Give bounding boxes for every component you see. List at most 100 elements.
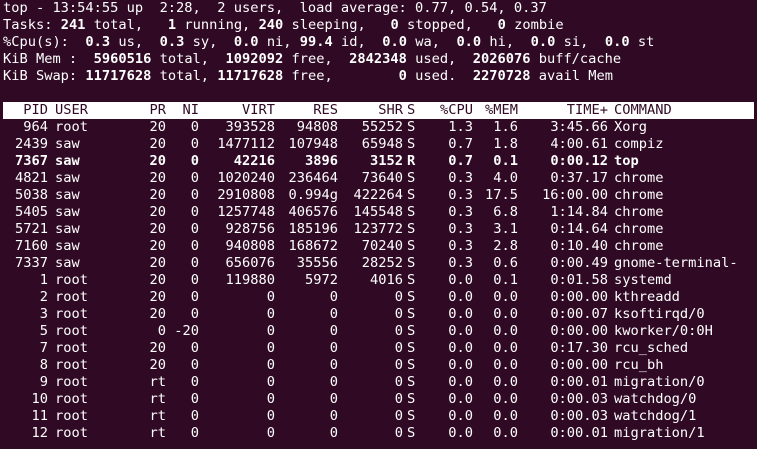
process-row[interactable]: 7 root 20 0 0 0 0 S 0.0 0.0 0:17.30 rcu_sched — [3, 340, 757, 357]
process-row[interactable]: 5721 saw 20 0 928756 185196 123772 S 0.3 3.1 0:14.… — [3, 221, 757, 238]
process-row[interactable]: 7337 saw 20 0 656076 35556 28252 S 0.3 0.6 0:00.49… — [3, 255, 757, 272]
swap-total: 11717628 — [85, 68, 152, 84]
terminal-window[interactable]: top - 13:54:55 up 2:28, 2 users, load av… — [3, 0, 757, 442]
cell-mem: 0.0 — [493, 408, 518, 424]
cell-mem: 6.8 — [493, 204, 518, 220]
cell-ni: 0 — [190, 357, 199, 373]
process-row[interactable]: 4821 saw 20 0 1020240 236464 73640 S 0.3 4.0 0:37.… — [3, 170, 757, 187]
process-row[interactable]: 2 root 20 0 0 0 0 S 0.0 0.0 0:00.00 kthreadd — [3, 289, 757, 306]
col-res[interactable]: RES — [278, 102, 338, 119]
process-row[interactable]: 9 root rt 0 0 0 0 S 0.0 0.0 0:00.01 migration/0 — [3, 374, 757, 391]
cell-res: 185196 — [288, 221, 338, 237]
cell-cpu: 0.3 — [448, 170, 473, 186]
cell-state: S — [407, 425, 416, 441]
swap-line: KiB Swap: 11717628 total, 11717628 free,… — [3, 68, 757, 85]
cell-cpu: 1.3 — [448, 119, 473, 135]
cell-cpu: 0.0 — [448, 408, 473, 424]
process-row[interactable]: 5405 saw 20 0 1257748 406576 145548 S 0.3 6.8 1:14… — [3, 204, 757, 221]
process-row[interactable]: 2439 saw 20 0 1477112 107948 65948 S 0.7 1.8 4:00.… — [3, 136, 757, 153]
cell-cpu: 0.0 — [448, 340, 473, 356]
process-row[interactable]: 10 root rt 0 0 0 0 S 0.0 0.0 0:00.03 watchdog/0 — [3, 391, 757, 408]
tasks-stopped-label: stopped, — [406, 17, 473, 33]
cell-shr: 0 — [394, 425, 403, 441]
process-table-header[interactable]: PID USER PR NI VIRT RES SHR S %CPU %MEM … — [3, 102, 754, 119]
process-row[interactable]: 11 root rt 0 0 0 0 S 0.0 0.0 0:00.03 watchdog/1 — [3, 408, 757, 425]
col-ni[interactable]: NI — [169, 102, 199, 119]
cell-command: compiz — [614, 136, 664, 152]
cell-time: 1:14.84 — [550, 204, 608, 220]
cpu-si: 0.0 — [530, 34, 556, 50]
cell-command: watchdog/0 — [614, 391, 697, 407]
cell-res: 5972 — [305, 272, 338, 288]
tasks-running: 1 — [167, 17, 177, 33]
cell-res: 0 — [329, 425, 338, 441]
cell-state: S — [407, 357, 416, 373]
tasks-label: Tasks: — [3, 17, 53, 33]
cell-state: S — [407, 255, 416, 271]
col-time[interactable]: TIME+ — [521, 102, 608, 119]
process-row[interactable]: 3 root 20 0 0 0 0 S 0.0 0.0 0:00.07 ksoftirqd/0 — [3, 306, 757, 323]
process-row[interactable]: 7160 saw 20 0 940808 168672 70240 S 0.3 2.8 0:10.4… — [3, 238, 757, 255]
cell-cpu: 0.0 — [448, 306, 473, 322]
swap-label: KiB Swap: — [3, 68, 78, 84]
tasks-total: 241 — [60, 17, 86, 33]
cell-pid: 4821 — [15, 170, 48, 186]
process-row[interactable]: 7367 saw 20 0 42216 3896 3152 R 0.7 0.1 0:00.12 top — [3, 153, 757, 170]
col-pr[interactable]: PR — [136, 102, 166, 119]
cell-cpu: 0.0 — [448, 289, 473, 305]
process-row[interactable]: 1 root 20 0 119880 5972 4016 S 0.0 0.1 0:01.58 syst… — [3, 272, 757, 289]
col-cpu[interactable]: %CPU — [423, 102, 473, 119]
cell-virt: 0 — [266, 391, 275, 407]
cell-virt: 2910808 — [217, 187, 275, 203]
col-command[interactable]: COMMAND — [614, 102, 757, 119]
tasks-stopped: 0 — [390, 17, 399, 33]
col-shr[interactable]: SHR — [343, 102, 403, 119]
cell-virt: 1020240 — [217, 170, 275, 186]
process-row[interactable]: 5038 saw 20 0 2910808 0.994g 422264 S 0.3 17.5 16:… — [3, 187, 757, 204]
cell-pid: 964 — [23, 119, 48, 135]
cell-time: 0:00.00 — [550, 323, 608, 339]
swap-avail: 2270728 — [472, 68, 531, 84]
cell-virt: 393528 — [225, 119, 275, 135]
process-row[interactable]: 12 root rt 0 0 0 0 S 0.0 0.0 0:00.01 migration/1 — [3, 425, 757, 442]
mem-buff: 2026076 — [472, 51, 531, 67]
mem-label: KiB Mem : — [3, 51, 78, 67]
col-pid[interactable]: PID — [3, 102, 48, 119]
cell-state: S — [407, 187, 416, 203]
col-mem[interactable]: %MEM — [476, 102, 518, 119]
cell-user: saw — [55, 153, 80, 169]
cpu-st: 0.0 — [604, 34, 630, 50]
cpu-id-label: id, — [341, 34, 366, 50]
col-user[interactable]: USER — [55, 102, 135, 119]
cell-command: Xorg — [614, 119, 647, 135]
cell-user: root — [55, 272, 88, 288]
process-row[interactable]: 964 root 20 0 393528 94808 55252 S 1.3 1.6 3:45.66… — [3, 119, 757, 136]
cell-user: saw — [55, 204, 80, 220]
cell-mem: 17.5 — [485, 187, 518, 203]
tasks-sleeping-label: sleeping, — [291, 17, 366, 33]
cell-mem: 0.0 — [493, 340, 518, 356]
cell-ni: 0 — [190, 272, 199, 288]
mem-total: 5960516 — [93, 51, 152, 67]
cell-pid: 7160 — [15, 238, 48, 254]
cell-state: S — [407, 204, 416, 220]
cell-command: chrome — [614, 170, 664, 186]
process-row[interactable]: 8 root 20 0 0 0 0 S 0.0 0.0 0:00.00 rcu_bh — [3, 357, 757, 374]
cell-res: 0.994g — [288, 187, 338, 203]
cell-user: root — [55, 306, 88, 322]
col-virt[interactable]: VIRT — [203, 102, 275, 119]
cell-shr: 145548 — [353, 204, 403, 220]
cell-command: gnome-terminal- — [614, 255, 738, 271]
col-state[interactable]: S — [407, 102, 419, 119]
cell-user: root — [55, 408, 88, 424]
cell-shr: 70240 — [361, 238, 403, 254]
cell-shr: 0 — [394, 408, 403, 424]
mem-buff-label: buff/cache — [538, 51, 622, 67]
cell-mem: 1.8 — [493, 136, 518, 152]
cell-ni: 0 — [190, 255, 199, 271]
cell-shr: 28252 — [361, 255, 403, 271]
process-row[interactable]: 5 root 0 -20 0 0 0 S 0.0 0.0 0:00.00 kworker/0:0H — [3, 323, 757, 340]
cell-mem: 0.1 — [493, 272, 518, 288]
cell-shr: 0 — [394, 340, 403, 356]
cell-pid: 7 — [39, 340, 48, 356]
